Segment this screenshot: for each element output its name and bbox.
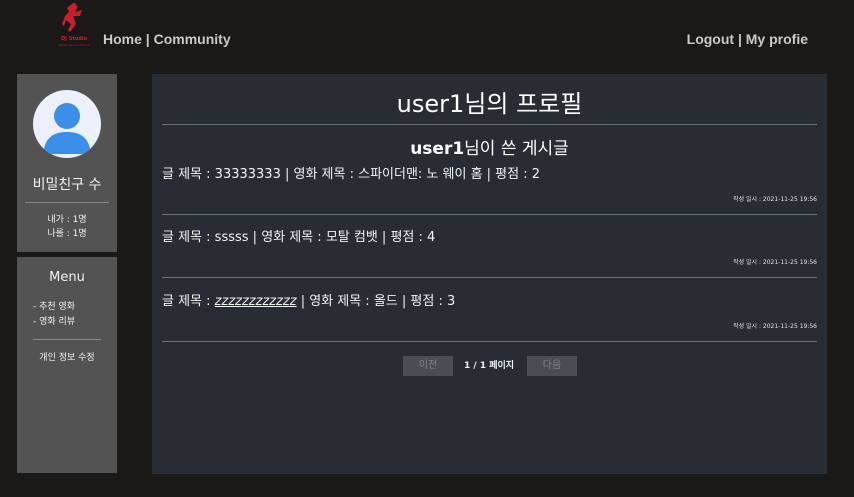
dancer-logo-icon (62, 2, 82, 32)
profile-main: user1님의 프로필 user1님이 쓴 게시글 글 제목 : 3333333… (152, 74, 827, 474)
post-date: 작성 일시 : 2021-11-25 19:56 (733, 196, 817, 203)
secret-friends-title: 비밀친구 수 (32, 177, 102, 193)
divider (25, 202, 109, 203)
divider (162, 341, 817, 342)
post-date: 작성 일시 : 2021-11-25 19:56 (733, 259, 817, 266)
menu-list: - 추천 영화 - 영화 리뷰 (33, 300, 75, 330)
logout-link[interactable]: Logout (687, 31, 734, 47)
divider (162, 277, 817, 278)
menu-item-recommended-movies[interactable]: - 추천 영화 (33, 300, 75, 315)
posts-heading-user: user1 (410, 139, 465, 159)
post-item[interactable]: 글 제목 : zzzzzzzzzzzz | 영화 제목 : 올드 | 평점 : … (162, 290, 455, 309)
post-date: 작성 일시 : 2021-11-25 19:56 (733, 323, 817, 330)
menu-item-movie-reviews[interactable]: - 영화 리뷰 (33, 315, 75, 330)
post-movie: 모탈 컴뱃 (325, 230, 378, 245)
post-score-label: | 평점 : (397, 294, 447, 309)
divider (33, 339, 101, 340)
post-title-label: 글 제목 : (162, 167, 215, 182)
friends-mine-count: 내가 : 1명 (47, 215, 87, 225)
nav-separator: | (141, 31, 154, 47)
main-nav: Home | Community (103, 31, 231, 47)
edit-profile-link[interactable]: 개인 정보 수정 (17, 350, 117, 363)
divider (162, 214, 817, 215)
post-title[interactable]: zzzzzzzzzzzz (215, 294, 297, 309)
prev-page-button[interactable]: 이전 (403, 356, 453, 376)
next-page-button[interactable]: 다음 (527, 356, 577, 376)
logo[interactable]: DJ Studio Movie Review Board (56, 2, 92, 52)
nav-home-link[interactable]: Home (103, 31, 142, 47)
post-title-label: 글 제목 : (162, 230, 215, 245)
nav-community-link[interactable]: Community (154, 31, 231, 47)
post-score-label: | 평점 : (377, 230, 428, 245)
user-avatar-icon (33, 90, 101, 158)
post-score: 4 (427, 230, 436, 245)
menu-title: Menu (49, 270, 85, 285)
post-score: 3 (446, 294, 456, 309)
posts-heading-suffix: 님이 쓴 게시글 (464, 139, 569, 159)
post-movie: 올드 (373, 294, 398, 309)
post-movie-label: | 영화 제목 : (248, 230, 326, 245)
post-title[interactable]: sssss (215, 230, 249, 245)
friends-panel: 비밀친구 수 내가 : 1명 나를 : 1명 (17, 74, 117, 252)
page-title: user1님의 프로필 (396, 90, 583, 118)
post-movie-label: | 영화 제목 : (280, 167, 359, 182)
friends-others-count: 나를 : 1명 (47, 229, 87, 239)
page-info: 1 / 1 페이지 (464, 361, 515, 371)
post-movie: 스파이더맨: 노 웨이 홈 (358, 167, 483, 182)
top-bar: DJ Studio Movie Review Board Home | Comm… (0, 0, 854, 74)
post-title-label: 글 제목 : (162, 294, 215, 309)
posts-heading: user1님이 쓴 게시글 (152, 134, 827, 159)
menu-panel: Menu - 추천 영화 - 영화 리뷰 개인 정보 수정 (17, 257, 117, 473)
post-item[interactable]: 글 제목 : 33333333 | 영화 제목 : 스파이더맨: 노 웨이 홈 … (162, 163, 540, 182)
logo-subtitle: Movie Review Board (58, 43, 90, 47)
nav-separator: | (734, 31, 746, 47)
post-title[interactable]: 33333333 (215, 167, 281, 182)
logo-text: DJ Studio (60, 36, 88, 42)
post-score: 2 (531, 167, 541, 182)
post-movie-label: | 영화 제목 : (296, 294, 374, 309)
pagination: 이전 1 / 1 페이지 다음 (152, 356, 827, 376)
user-nav: Logout | My profie (687, 31, 808, 47)
my-profile-link[interactable]: My profie (746, 31, 808, 47)
post-item[interactable]: 글 제목 : sssss | 영화 제목 : 모탈 컴뱃 | 평점 : 4 (162, 226, 435, 245)
post-score-label: | 평점 : (482, 167, 532, 182)
divider (162, 124, 817, 125)
